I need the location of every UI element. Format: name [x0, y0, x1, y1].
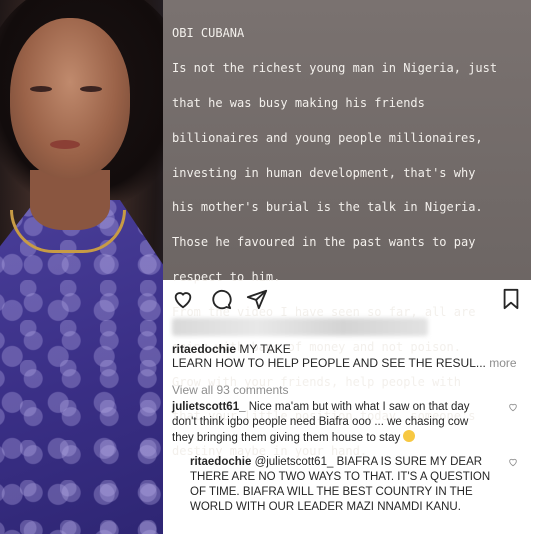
post-caption: ritaedochie MY TAKE LEARN HOW TO HELP PE…: [172, 342, 522, 370]
story-line: investing in human development, that's w…: [172, 165, 476, 180]
story-line: Those he favoured in the past wants to p…: [172, 235, 476, 250]
comment-text: don't think igbo people need Biafra ooo …: [172, 416, 469, 428]
comment-text: Nice ma'am but with what I saw on that d…: [248, 401, 470, 413]
comment-username[interactable]: julietscott61_: [172, 401, 246, 413]
caption-line2: LEARN HOW TO HELP PEOPLE AND SEE THE RES…: [172, 356, 486, 370]
comment-like-heart-icon[interactable]: [508, 457, 518, 467]
caption-username[interactable]: ritaedochie: [172, 342, 236, 356]
comment: julietscott61_ Nice ma'am but with what …: [172, 400, 502, 446]
story-line: his mother's burial is the talk in Niger…: [172, 200, 483, 215]
photo-eye-right: [80, 86, 102, 92]
caption-more-link[interactable]: more: [489, 356, 516, 370]
story-text-panel: OBI CUBANA Is not the richest young man …: [163, 0, 531, 458]
photo-mouth: [50, 140, 80, 149]
post-photo: [0, 0, 163, 534]
photo-face: [10, 18, 130, 178]
comment-icon[interactable]: [210, 288, 232, 310]
comment-username[interactable]: ritaedochie: [190, 456, 251, 468]
send-icon[interactable]: [246, 288, 268, 310]
laughing-emoji-icon: [403, 430, 416, 442]
story-line: OBI CUBANA: [172, 26, 245, 41]
comment-text: BIAFRA IS SURE MY DEAR: [336, 456, 483, 468]
heart-icon[interactable]: [172, 288, 194, 310]
post-actions: [172, 288, 522, 310]
story-line: billionaires and young people millionair…: [172, 130, 483, 145]
comment-reply: ritaedochie @julietscott61_ BIAFRA IS SU…: [190, 455, 502, 515]
story-line: Is not the richest young man in Nigeria,…: [172, 61, 498, 76]
comment-text: WORLD WITH OUR LEADER MAZI NNAMDI KANU.: [190, 501, 461, 513]
comment-text: THERE ARE NO TWO WAYS TO THAT. IT'S A QU…: [190, 471, 491, 483]
comment-text: they bringing them giving them house to …: [172, 432, 401, 444]
view-all-comments-link[interactable]: View all 93 comments: [172, 383, 289, 397]
story-line: that he was busy making his friends: [172, 96, 425, 111]
story-line: respect to him.: [172, 270, 281, 285]
comment-like-heart-icon[interactable]: [508, 402, 518, 412]
comment-mention[interactable]: @julietscott61_: [255, 456, 334, 468]
blurred-likes: [172, 318, 428, 336]
bookmark-icon[interactable]: [500, 288, 522, 310]
comment-text: OF TIME. BIAFRA WILL THE BEST COUNTRY IN…: [190, 486, 473, 498]
photo-eye-left: [30, 86, 52, 92]
caption-line1: MY TAKE: [239, 342, 291, 356]
